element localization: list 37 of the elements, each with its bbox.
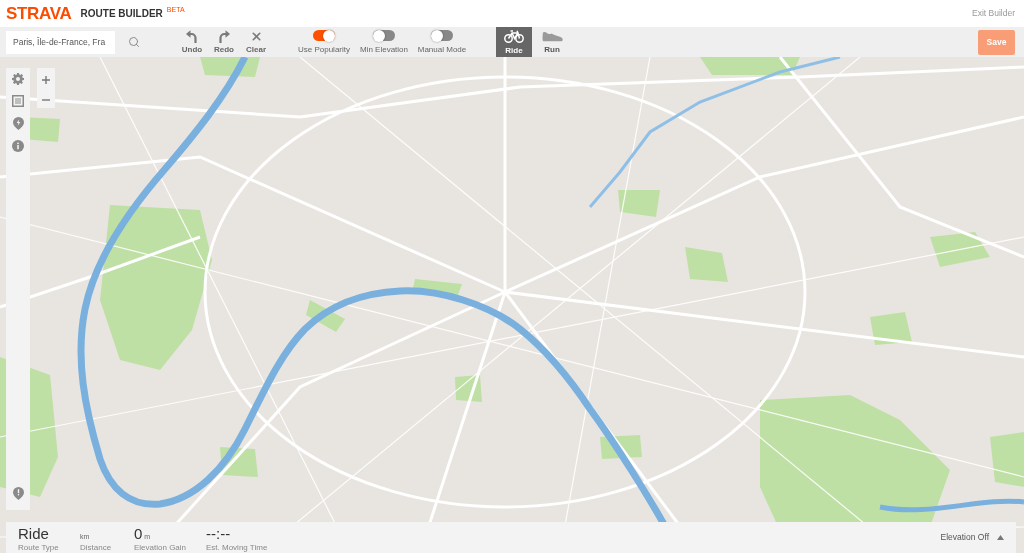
bicycle-icon [504, 29, 524, 43]
map-pin-icon[interactable] [12, 117, 24, 130]
toolbar-button[interactable]: Undo [178, 27, 206, 57]
route-type-tab[interactable]: Run [534, 27, 570, 57]
zoom-in-icon[interactable] [42, 75, 50, 84]
elevation-toggle[interactable]: Elevation Off [940, 533, 1004, 542]
toolbar-button[interactable]: Clear [242, 27, 270, 57]
toggle-switch[interactable] [431, 30, 453, 41]
search-field[interactable]: Paris, Île-de-France, Fra [6, 30, 115, 54]
toggle-button[interactable]: Use Popularity [296, 27, 352, 57]
redo-icon [218, 30, 230, 43]
toggle-button[interactable]: Min Elevation [358, 27, 410, 57]
settings-icon[interactable] [12, 73, 24, 85]
stat-label: Route Type [18, 543, 60, 552]
stat-value: --:-- [206, 525, 231, 541]
toggle-button[interactable]: Manual Mode [416, 27, 468, 57]
stat-value: Ride [18, 525, 49, 541]
exit-builder-link[interactable]: Exit Builder [972, 9, 1015, 18]
document-icon[interactable] [12, 95, 24, 107]
stat-label: Elevation Gain [134, 543, 188, 552]
zoom-out-icon[interactable] [42, 98, 50, 101]
search-icon[interactable] [128, 36, 140, 48]
route-type-tab[interactable]: Ride [496, 27, 532, 57]
alert-pin-icon[interactable] [12, 487, 24, 500]
toggle-switch[interactable] [313, 30, 335, 41]
shoe-icon [541, 30, 563, 42]
map-drawing[interactable] [0, 57, 1024, 553]
stat-value: 0 [134, 525, 143, 541]
toggle-switch[interactable] [373, 30, 395, 41]
stat-label: Distance [80, 543, 113, 552]
undo-icon [186, 30, 198, 43]
toolbar-button[interactable]: Redo [210, 27, 238, 57]
info-icon[interactable] [12, 140, 24, 152]
close-icon [249, 30, 263, 43]
logo-text: STRAVA [6, 5, 72, 22]
app-title: ROUTE BUILDER [80, 8, 163, 19]
stat-label: Est. Moving Time [206, 543, 269, 552]
